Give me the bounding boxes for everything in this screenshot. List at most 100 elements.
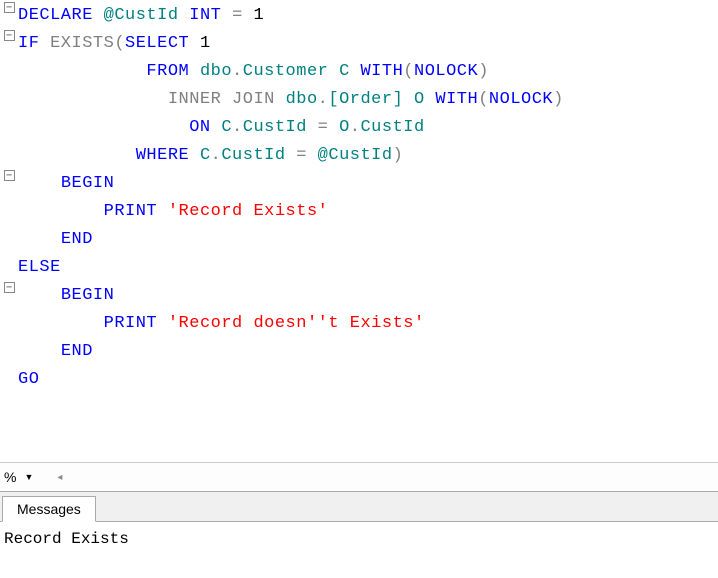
code-line[interactable]: IF EXISTS(SELECT 1 xyxy=(18,30,718,58)
code-token: WITH xyxy=(435,90,478,109)
fold-collapse-icon[interactable]: − xyxy=(4,2,15,13)
splitter-bar: % ▼ ◂ xyxy=(0,462,718,492)
code-token: IF xyxy=(18,34,39,53)
code-token xyxy=(328,118,339,137)
code-token: . xyxy=(318,90,329,109)
fold-collapse-icon[interactable]: − xyxy=(4,170,15,181)
code-token: . xyxy=(232,118,243,137)
code-line[interactable]: BEGIN xyxy=(18,282,718,310)
fold-collapse-icon[interactable]: − xyxy=(4,30,15,41)
code-token xyxy=(425,90,436,109)
code-token: CustId xyxy=(360,118,424,137)
code-line[interactable]: ELSE xyxy=(18,254,718,282)
code-token xyxy=(221,90,232,109)
code-token: EXISTS xyxy=(50,34,114,53)
code-token: 'Record doesn''t Exists' xyxy=(168,314,425,333)
code-token: Customer xyxy=(243,62,329,81)
code-token xyxy=(243,6,254,25)
code-token: PRINT xyxy=(104,202,158,221)
chevron-down-icon[interactable]: ▼ xyxy=(20,472,37,482)
code-token xyxy=(189,146,200,165)
code-token xyxy=(189,34,200,53)
code-line[interactable]: PRINT 'Record Exists' xyxy=(18,198,718,226)
code-token: NOLOCK xyxy=(489,90,553,109)
code-token xyxy=(350,62,361,81)
code-token: ( xyxy=(403,62,414,81)
code-token: O xyxy=(339,118,350,137)
output-text: Record Exists xyxy=(4,530,129,548)
code-token: @CustId xyxy=(104,6,179,25)
code-token: C xyxy=(339,62,350,81)
code-token xyxy=(179,6,190,25)
code-line[interactable]: INNER JOIN dbo.[Order] O WITH(NOLOCK) xyxy=(18,86,718,114)
code-token xyxy=(211,118,222,137)
code-token xyxy=(221,6,232,25)
code-token xyxy=(275,90,286,109)
code-token: = xyxy=(232,6,243,25)
code-token xyxy=(18,286,61,305)
code-token: ON xyxy=(189,118,210,137)
code-line[interactable]: ON C.CustId = O.CustId xyxy=(18,114,718,142)
code-token: CustId xyxy=(243,118,307,137)
gutter-row xyxy=(0,310,18,338)
code-token: ) xyxy=(478,62,489,81)
code-token: ( xyxy=(478,90,489,109)
code-token xyxy=(18,118,189,137)
code-token: 1 xyxy=(200,34,211,53)
code-token: CustId xyxy=(221,146,285,165)
code-token: BEGIN xyxy=(61,286,115,305)
code-token: ) xyxy=(393,146,404,165)
code-content[interactable]: DECLARE @CustId INT = 1IF EXISTS(SELECT … xyxy=(18,0,718,462)
gutter-row xyxy=(0,198,18,226)
code-token xyxy=(93,6,104,25)
code-token: BEGIN xyxy=(61,174,115,193)
code-token xyxy=(307,118,318,137)
fold-gutter: − − − − xyxy=(0,0,18,462)
code-token: SELECT xyxy=(125,34,189,53)
code-token: ) xyxy=(553,90,564,109)
code-token: WITH xyxy=(360,62,403,81)
tab-messages[interactable]: Messages xyxy=(2,496,96,522)
messages-output[interactable]: Record Exists xyxy=(0,522,718,576)
code-line[interactable]: GO xyxy=(18,366,718,394)
tab-label: Messages xyxy=(17,501,81,517)
gutter-row: − xyxy=(0,2,18,30)
code-token xyxy=(18,314,104,333)
code-token: . xyxy=(232,62,243,81)
code-token: INNER xyxy=(168,90,222,109)
gutter-row xyxy=(0,226,18,254)
gutter-row xyxy=(0,114,18,142)
code-token: dbo xyxy=(200,62,232,81)
code-token: ELSE xyxy=(18,258,61,277)
code-token xyxy=(18,230,61,249)
gutter-row xyxy=(0,142,18,170)
code-token: END xyxy=(61,342,93,361)
code-token: END xyxy=(61,230,93,249)
code-line[interactable]: DECLARE @CustId INT = 1 xyxy=(18,2,718,30)
code-line[interactable]: END xyxy=(18,226,718,254)
code-line[interactable]: END xyxy=(18,338,718,366)
expand-arrow-icon[interactable]: ◂ xyxy=(57,472,62,483)
code-token: PRINT xyxy=(104,314,158,333)
code-token: @CustId xyxy=(318,146,393,165)
code-token: DECLARE xyxy=(18,6,93,25)
code-token: GO xyxy=(18,370,39,389)
fold-collapse-icon[interactable]: − xyxy=(4,282,15,293)
code-line[interactable]: FROM dbo.Customer C WITH(NOLOCK) xyxy=(18,58,718,86)
code-token xyxy=(286,146,297,165)
code-token: = xyxy=(318,118,329,137)
code-token xyxy=(18,174,61,193)
code-token: . xyxy=(350,118,361,137)
zoom-selector[interactable]: % ▼ xyxy=(4,469,37,485)
code-token: ( xyxy=(114,34,125,53)
gutter-row xyxy=(0,366,18,394)
sql-editor[interactable]: −−−− DECLARE @CustId INT = 1IF EXISTS(SE… xyxy=(0,0,718,462)
code-token: [Order] xyxy=(328,90,403,109)
code-line[interactable]: BEGIN xyxy=(18,170,718,198)
code-token: JOIN xyxy=(232,90,275,109)
code-line[interactable]: WHERE C.CustId = @CustId) xyxy=(18,142,718,170)
gutter-row xyxy=(0,86,18,114)
code-token: O xyxy=(414,90,425,109)
code-token: INT xyxy=(189,6,221,25)
code-line[interactable]: PRINT 'Record doesn''t Exists' xyxy=(18,310,718,338)
